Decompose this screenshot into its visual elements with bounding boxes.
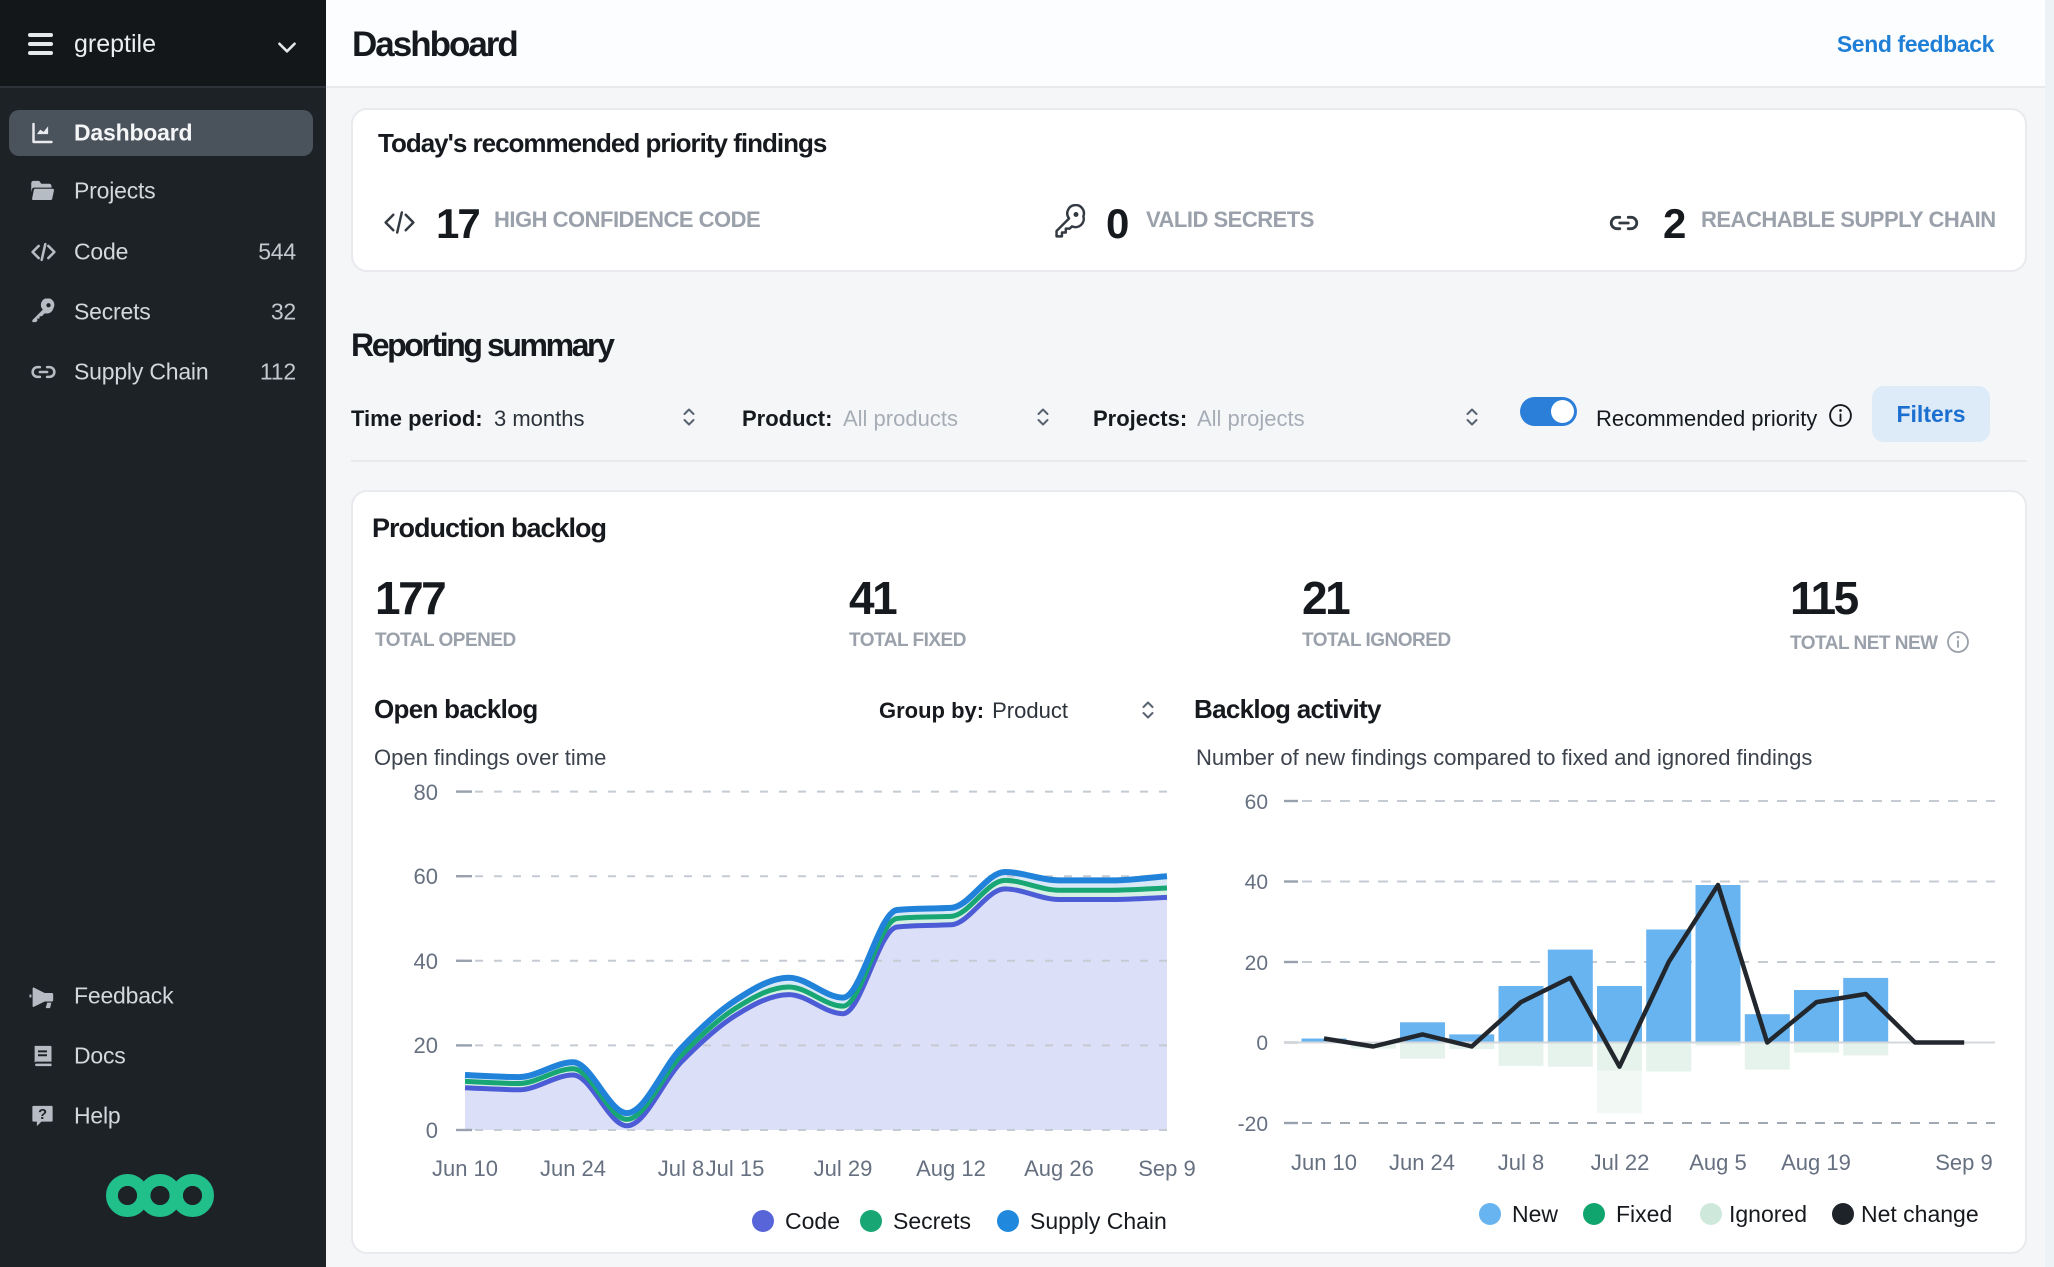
svg-text:?: ? — [38, 1107, 47, 1123]
